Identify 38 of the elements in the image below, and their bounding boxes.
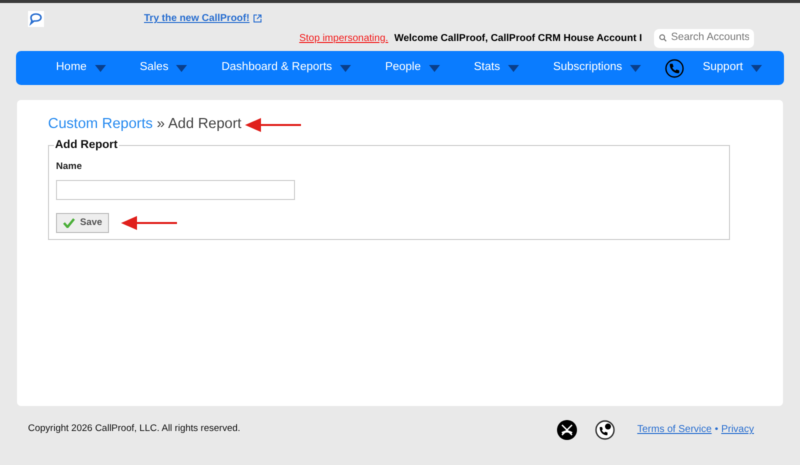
terms-link[interactable]: Terms of Service: [637, 422, 712, 437]
save-button[interactable]: Save: [56, 213, 110, 234]
search-icon: [659, 33, 667, 43]
stop-impersonating-link[interactable]: Stop impersonating.: [299, 30, 388, 46]
nav-menu-item[interactable]: People: [385, 59, 440, 77]
name-label: Name: [56, 160, 83, 174]
copyright-text: Copyright 2026 CallProof, LLC. All rights reserved.: [28, 422, 240, 436]
name-input[interactable]: [56, 180, 295, 200]
page-title: Add Report: [168, 116, 242, 132]
caret-icon: [751, 64, 762, 72]
phone-icon[interactable]: [664, 58, 684, 78]
phone-cross-icon[interactable]: [557, 420, 578, 440]
chat-logo-icon[interactable]: [28, 11, 44, 27]
privacy-link[interactable]: Privacy: [721, 422, 754, 437]
support-menu-item[interactable]: Support: [702, 59, 762, 77]
panel-legend: Add Report: [54, 136, 119, 154]
promo-link[interactable]: Try the new CallProof!: [144, 11, 262, 26]
nav-menu-item[interactable]: Dashboard & Reports: [221, 59, 352, 77]
annotation-arrow: [245, 118, 302, 132]
caret-icon: [176, 64, 188, 72]
nav-menu-item[interactable]: Subscriptions: [553, 59, 642, 77]
checkmark-icon: [63, 218, 75, 228]
external-link-icon: [252, 14, 262, 23]
caret-icon: [428, 64, 440, 72]
nav-menu-item[interactable]: Stats: [474, 59, 520, 77]
welcome-text: Welcome CallProof, CallProof CRM House Account I: [394, 32, 642, 46]
breadcrumb-separator: »: [156, 116, 166, 132]
caret-icon: [630, 64, 642, 72]
search-field[interactable]: Search Accounts: [654, 28, 754, 48]
link-separator: •: [714, 423, 718, 437]
caret-icon: [340, 64, 352, 72]
custom-reports-link[interactable]: Custom Reports: [48, 116, 153, 132]
phone-info-icon[interactable]: [595, 420, 616, 440]
nav-menu-item[interactable]: Sales: [140, 59, 188, 77]
annotation-arrow: [121, 216, 178, 230]
caret-icon: [94, 64, 106, 72]
caret-icon: [508, 64, 520, 72]
nav-menu-item[interactable]: Home: [56, 59, 106, 77]
